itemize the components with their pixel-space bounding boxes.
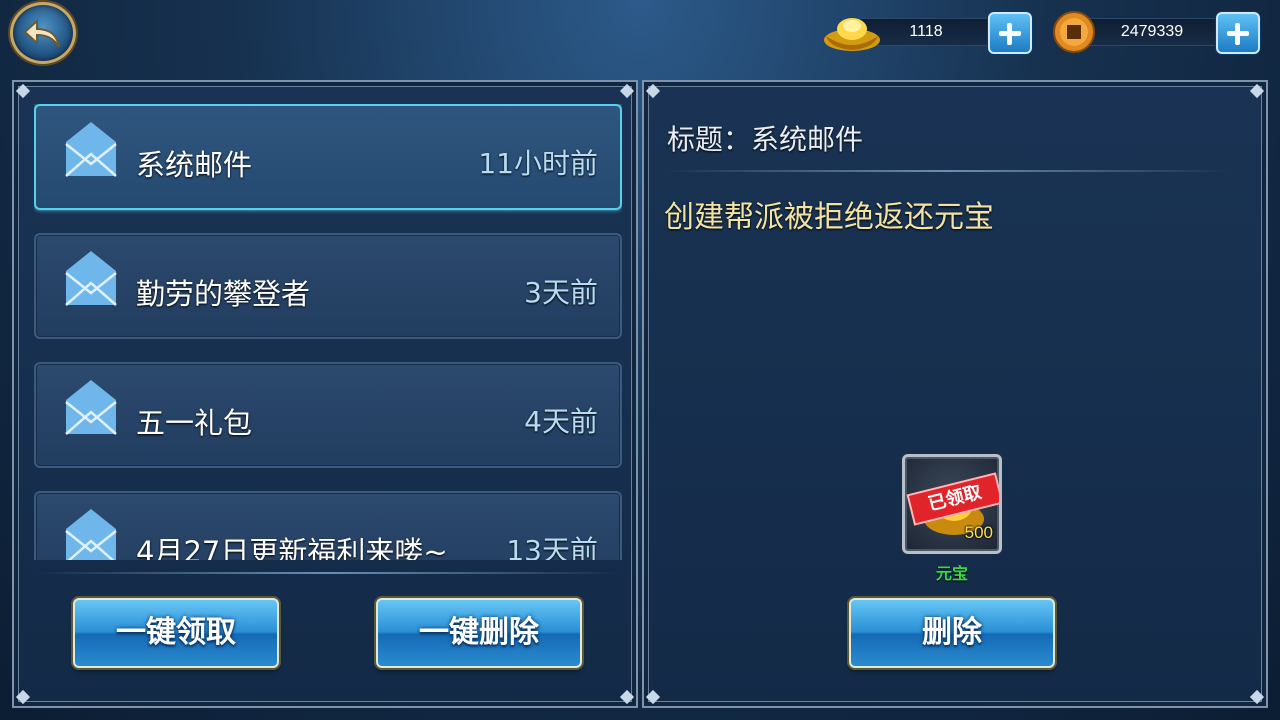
mail-title: 勤劳的攀登者 <box>136 277 311 311</box>
delete-button[interactable]: 删除 <box>849 598 1055 668</box>
back-arrow-icon <box>23 18 60 48</box>
reward-name: 元宝 <box>935 564 968 583</box>
envelope-icon <box>65 122 117 177</box>
mail-list[interactable]: 系统邮件 11小时前 勤劳的攀登者 3天前 五一礼包 4天前 4月27日更新福利… <box>34 104 622 560</box>
mail-title: 4月27日更新福利来喽~ <box>136 535 448 560</box>
add-coins-button[interactable] <box>1216 12 1260 54</box>
mail-time: 4天前 <box>524 405 598 438</box>
coin-currency: 2479339 <box>1052 10 1262 54</box>
coin-value: 2479339 <box>1082 18 1222 46</box>
mail-title: 五一礼包 <box>136 406 253 440</box>
mail-time: 13天前 <box>506 534 598 560</box>
mail-time: 3天前 <box>524 276 598 309</box>
detail-divider <box>664 170 1230 172</box>
reward-item-slot[interactable]: 已领取 500 <box>902 454 1002 554</box>
gold-currency: 1118 <box>822 10 1034 54</box>
envelope-icon <box>65 380 117 435</box>
mail-detail-title: 标题：系统邮件 <box>667 123 864 156</box>
back-button[interactable] <box>10 2 76 64</box>
envelope-icon <box>65 251 117 306</box>
delete-all-button[interactable]: 一键删除 <box>376 598 582 668</box>
gold-ingot-icon <box>824 18 880 51</box>
mail-item-climber[interactable]: 勤劳的攀登者 3天前 <box>34 233 622 339</box>
claim-all-button[interactable]: 一键领取 <box>73 598 279 668</box>
list-divider <box>34 572 622 574</box>
envelope-icon <box>65 509 117 560</box>
add-gold-button[interactable] <box>988 12 1032 54</box>
reward-count: 500 <box>964 523 993 542</box>
mail-time: 11小时前 <box>478 147 598 180</box>
mail-detail-body: 创建帮派被拒绝返还元宝 <box>664 200 994 235</box>
copper-coin-icon <box>1053 11 1095 53</box>
mail-item-may-day-gift[interactable]: 五一礼包 4天前 <box>34 362 622 468</box>
mail-item-update-welfare[interactable]: 4月27日更新福利来喽~ 13天前 <box>34 491 622 560</box>
mail-item-system[interactable]: 系统邮件 11小时前 <box>34 104 622 210</box>
mail-title: 系统邮件 <box>136 148 253 182</box>
